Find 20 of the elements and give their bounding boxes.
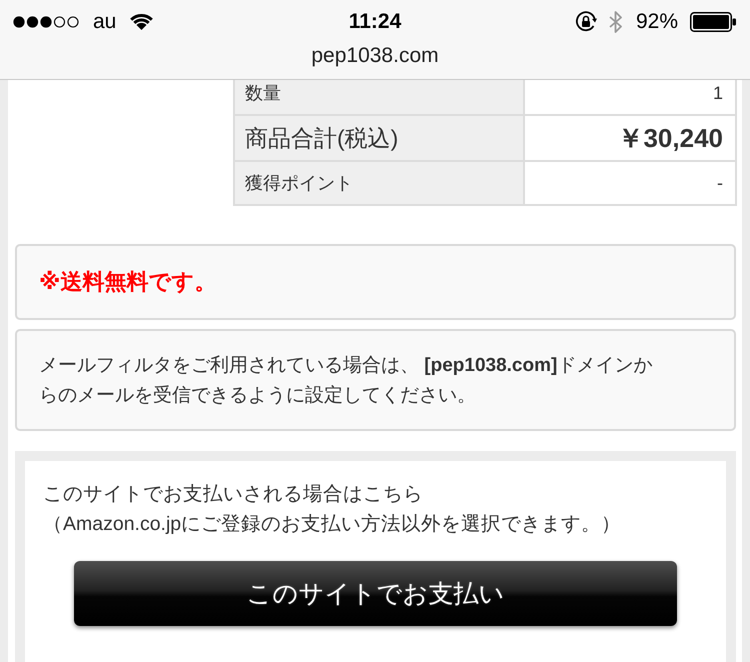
payment-note: このサイトでお支払いされる場合はこちら — [43, 482, 423, 507]
table-label-cell: 商品合計(税込) — [234, 115, 524, 161]
wifi-icon — [130, 13, 154, 30]
signal-strength-icon — [13, 16, 79, 28]
mail-filter-notice: メールフィルタをご利用されている場合は、 [pep1038.com]ドメインからのメールを受信できるように設定してください。 — [39, 354, 654, 408]
table-label-cell: 獲得ポイント — [234, 161, 524, 205]
address-url[interactable]: pep1038.com — [311, 44, 439, 68]
payment-note: （Amazon.co.jpにご登録のお支払い方法以外を選択できます。） — [43, 512, 622, 537]
table-value-cell: - — [524, 161, 736, 205]
battery-percent: 92% — [636, 10, 678, 34]
battery-icon — [690, 12, 736, 32]
status-time: 11:24 — [348, 10, 402, 34]
table-value-cell: ￥30,240 — [524, 115, 736, 161]
shipping-notice: ※送料無料です。 — [39, 268, 218, 296]
bluetooth-icon — [608, 10, 622, 32]
rotation-lock-icon — [574, 10, 597, 32]
table-value-cell: 1 — [524, 80, 736, 115]
carrier-name: au — [93, 10, 116, 34]
table-label-cell: 数量 — [234, 80, 524, 115]
pay-button[interactable]: このサイトでお支払い — [74, 561, 677, 626]
